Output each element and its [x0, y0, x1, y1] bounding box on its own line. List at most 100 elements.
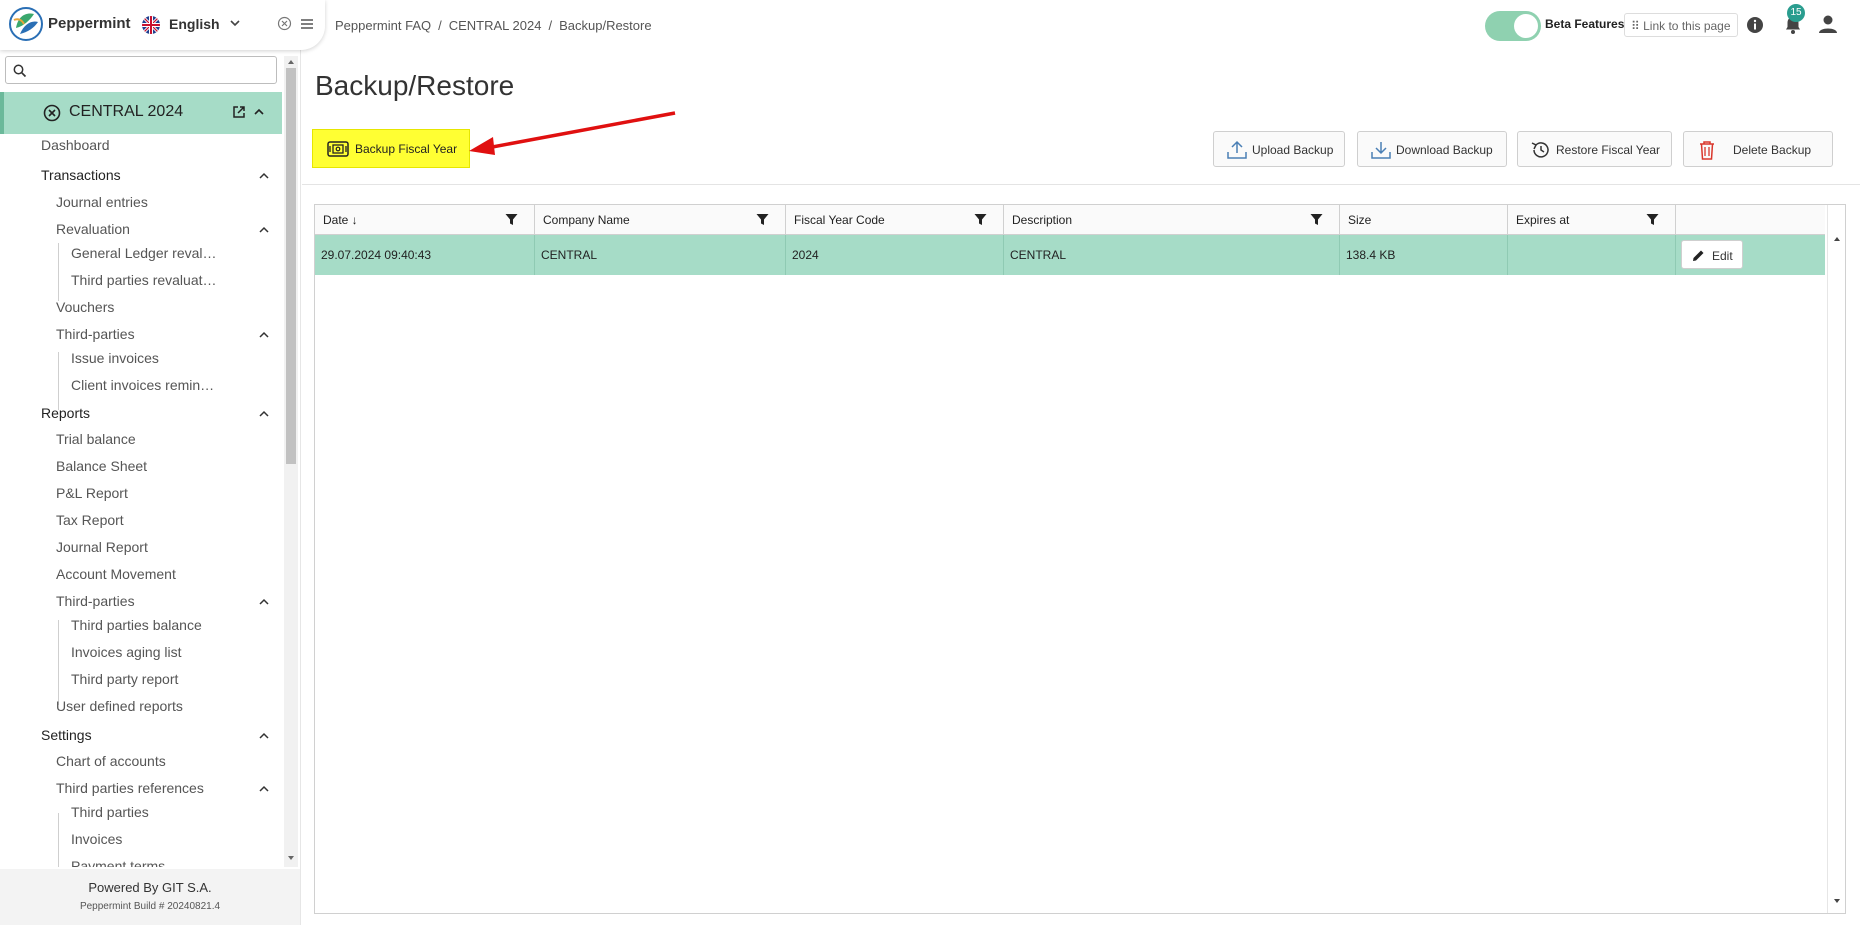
- column-title: Expires at: [1516, 213, 1570, 227]
- column-header-description[interactable]: Description: [1004, 205, 1340, 235]
- powered-by: Powered By GIT S.A.: [88, 880, 212, 895]
- trash-icon: [1700, 141, 1714, 160]
- chevron-up-icon[interactable]: [258, 783, 270, 795]
- breadcrumb-item[interactable]: CENTRAL 2024: [449, 18, 542, 33]
- scroll-down-icon[interactable]: [287, 854, 295, 862]
- sidebar-item-dashboard[interactable]: Dashboard: [41, 137, 110, 153]
- peppermint-logo[interactable]: [8, 6, 44, 42]
- filter-icon[interactable]: [505, 213, 518, 226]
- sidebar-item-pl-report[interactable]: P&L Report: [56, 485, 128, 501]
- filter-icon[interactable]: [1646, 213, 1659, 226]
- sidebar-item-issue-invoices[interactable]: Issue invoices: [71, 350, 159, 366]
- restore-fiscal-year-button[interactable]: Restore Fiscal Year: [1517, 131, 1672, 167]
- sidebar-item-set-invoices[interactable]: Invoices: [71, 831, 122, 847]
- toolbar-divider: [302, 184, 1860, 185]
- grid-scrollbar[interactable]: [1827, 205, 1845, 913]
- sidebar-item-reports-third-parties[interactable]: Third-parties: [56, 593, 135, 609]
- sidebar-item-gl-revaluation[interactable]: General Ledger reval…: [71, 245, 217, 261]
- sidebar-search[interactable]: [5, 56, 277, 84]
- app-root: Peppermint English CENTRAL 2024 Dashboar…: [0, 0, 1860, 925]
- sidebar-item-tp-report[interactable]: Third party report: [71, 671, 178, 687]
- sidebar-item-client-reminders[interactable]: Client invoices remin…: [71, 377, 214, 393]
- sidebar-section-transactions[interactable]: Transactions: [41, 167, 121, 183]
- filter-icon[interactable]: [974, 213, 987, 226]
- column-header-size[interactable]: Size: [1340, 205, 1508, 235]
- edit-button[interactable]: Edit: [1681, 240, 1743, 269]
- sidebar-item-balance-sheet[interactable]: Balance Sheet: [56, 458, 147, 474]
- backup-fiscal-year-label: Backup Fiscal Year: [355, 142, 458, 156]
- cell-text: 29.07.2024 09:40:43: [321, 248, 432, 262]
- scroll-up-icon[interactable]: [287, 58, 295, 66]
- sidebar-item-tax-report[interactable]: Tax Report: [56, 512, 124, 528]
- language-select[interactable]: English: [169, 16, 220, 32]
- column-header-fiscal-year[interactable]: Fiscal Year Code: [786, 205, 1004, 235]
- chevron-up-icon[interactable]: [253, 106, 265, 118]
- sidebar-section-reports[interactable]: Reports: [41, 405, 90, 421]
- info-icon[interactable]: [1745, 15, 1765, 35]
- sidebar-item-third-parties[interactable]: Third-parties: [56, 326, 135, 342]
- sidebar-item-account-movement[interactable]: Account Movement: [56, 566, 176, 582]
- table-row[interactable]: 29.07.2024 09:40:43 CENTRAL 2024 CENTRAL…: [315, 235, 1825, 275]
- scroll-up-icon[interactable]: [1833, 235, 1841, 243]
- download-icon: [1371, 142, 1391, 159]
- scroll-down-icon[interactable]: [1833, 897, 1841, 905]
- scrollbar-thumb[interactable]: [286, 68, 296, 464]
- link-to-page-button[interactable]: ⠿ Link to this page: [1624, 13, 1738, 37]
- backup-archive-icon: [327, 141, 349, 157]
- column-header-expires[interactable]: Expires at: [1508, 205, 1676, 235]
- sidebar-item-revaluation[interactable]: Revaluation: [56, 221, 130, 237]
- chevron-up-icon[interactable]: [258, 170, 270, 182]
- filter-icon[interactable]: [756, 213, 769, 226]
- chevron-up-icon[interactable]: [258, 730, 270, 742]
- chevron-up-icon[interactable]: [258, 596, 270, 608]
- backup-fiscal-year-button[interactable]: Backup Fiscal Year: [312, 129, 470, 168]
- close-circle-icon[interactable]: [277, 16, 292, 31]
- breadcrumb-item[interactable]: Peppermint FAQ: [335, 18, 431, 33]
- upload-backup-button[interactable]: Upload Backup: [1213, 131, 1345, 167]
- chevron-up-icon[interactable]: [258, 408, 270, 420]
- cell-fiscal-year: 2024: [786, 235, 1004, 275]
- cell-text: CENTRAL: [541, 248, 598, 262]
- sidebar-section-settings[interactable]: Settings: [41, 727, 92, 743]
- sidebar-item-trial-balance[interactable]: Trial balance: [56, 431, 136, 447]
- search-input[interactable]: [32, 60, 272, 80]
- sidebar-item-tp-revaluation[interactable]: Third parties revaluat…: [71, 272, 217, 288]
- sidebar-current-company[interactable]: CENTRAL 2024: [0, 92, 282, 134]
- sidebar-item-journal-report[interactable]: Journal Report: [56, 539, 148, 555]
- sidebar-item-tp-references[interactable]: Third parties references: [56, 780, 204, 796]
- external-link-icon[interactable]: [232, 105, 246, 119]
- upload-icon: [1227, 140, 1247, 159]
- download-backup-button[interactable]: Download Backup: [1357, 131, 1507, 167]
- tree-line: [58, 243, 59, 301]
- sidebar-item-vouchers[interactable]: Vouchers: [56, 299, 114, 315]
- sidebar-item-aging-list[interactable]: Invoices aging list: [71, 644, 182, 660]
- sidebar-item-set-third-parties[interactable]: Third parties: [71, 804, 149, 820]
- column-header-actions: [1676, 205, 1825, 235]
- tree-line: [58, 352, 59, 410]
- close-circle-icon[interactable]: [43, 104, 61, 122]
- brand-bar: Peppermint English: [0, 0, 325, 50]
- hamburger-menu-icon[interactable]: [300, 17, 314, 31]
- chevron-up-icon[interactable]: [258, 224, 270, 236]
- user-icon[interactable]: [1818, 14, 1838, 34]
- sidebar-scrollbar[interactable]: [284, 56, 298, 867]
- sidebar-item-journal-entries[interactable]: Journal entries: [56, 194, 148, 210]
- filter-icon[interactable]: [1310, 213, 1323, 226]
- sidebar-nav: CENTRAL 2024 Dashboard Transactions Jour…: [0, 92, 283, 867]
- sidebar-item-user-reports[interactable]: User defined reports: [56, 698, 183, 714]
- edit-label: Edit: [1712, 249, 1733, 263]
- column-header-company[interactable]: Company Name: [535, 205, 786, 235]
- sidebar-item-chart-of-accounts[interactable]: Chart of accounts: [56, 753, 166, 769]
- column-header-date[interactable]: Date ↓: [315, 205, 535, 235]
- sidebar: Peppermint English CENTRAL 2024 Dashboar…: [0, 0, 325, 925]
- chevron-down-icon[interactable]: [228, 16, 242, 30]
- beta-features-toggle[interactable]: [1485, 11, 1541, 41]
- delete-backup-button[interactable]: Delete Backup: [1683, 131, 1833, 167]
- cell-description: CENTRAL: [1004, 235, 1340, 275]
- sidebar-item-payment-terms[interactable]: Payment terms: [71, 858, 165, 867]
- chevron-up-icon[interactable]: [258, 329, 270, 341]
- cell-size: 138.4 KB: [1340, 235, 1508, 275]
- brand-name: Peppermint: [48, 15, 131, 32]
- sidebar-item-tp-balance[interactable]: Third parties balance: [71, 617, 202, 633]
- delete-backup-label: Delete Backup: [1733, 143, 1812, 157]
